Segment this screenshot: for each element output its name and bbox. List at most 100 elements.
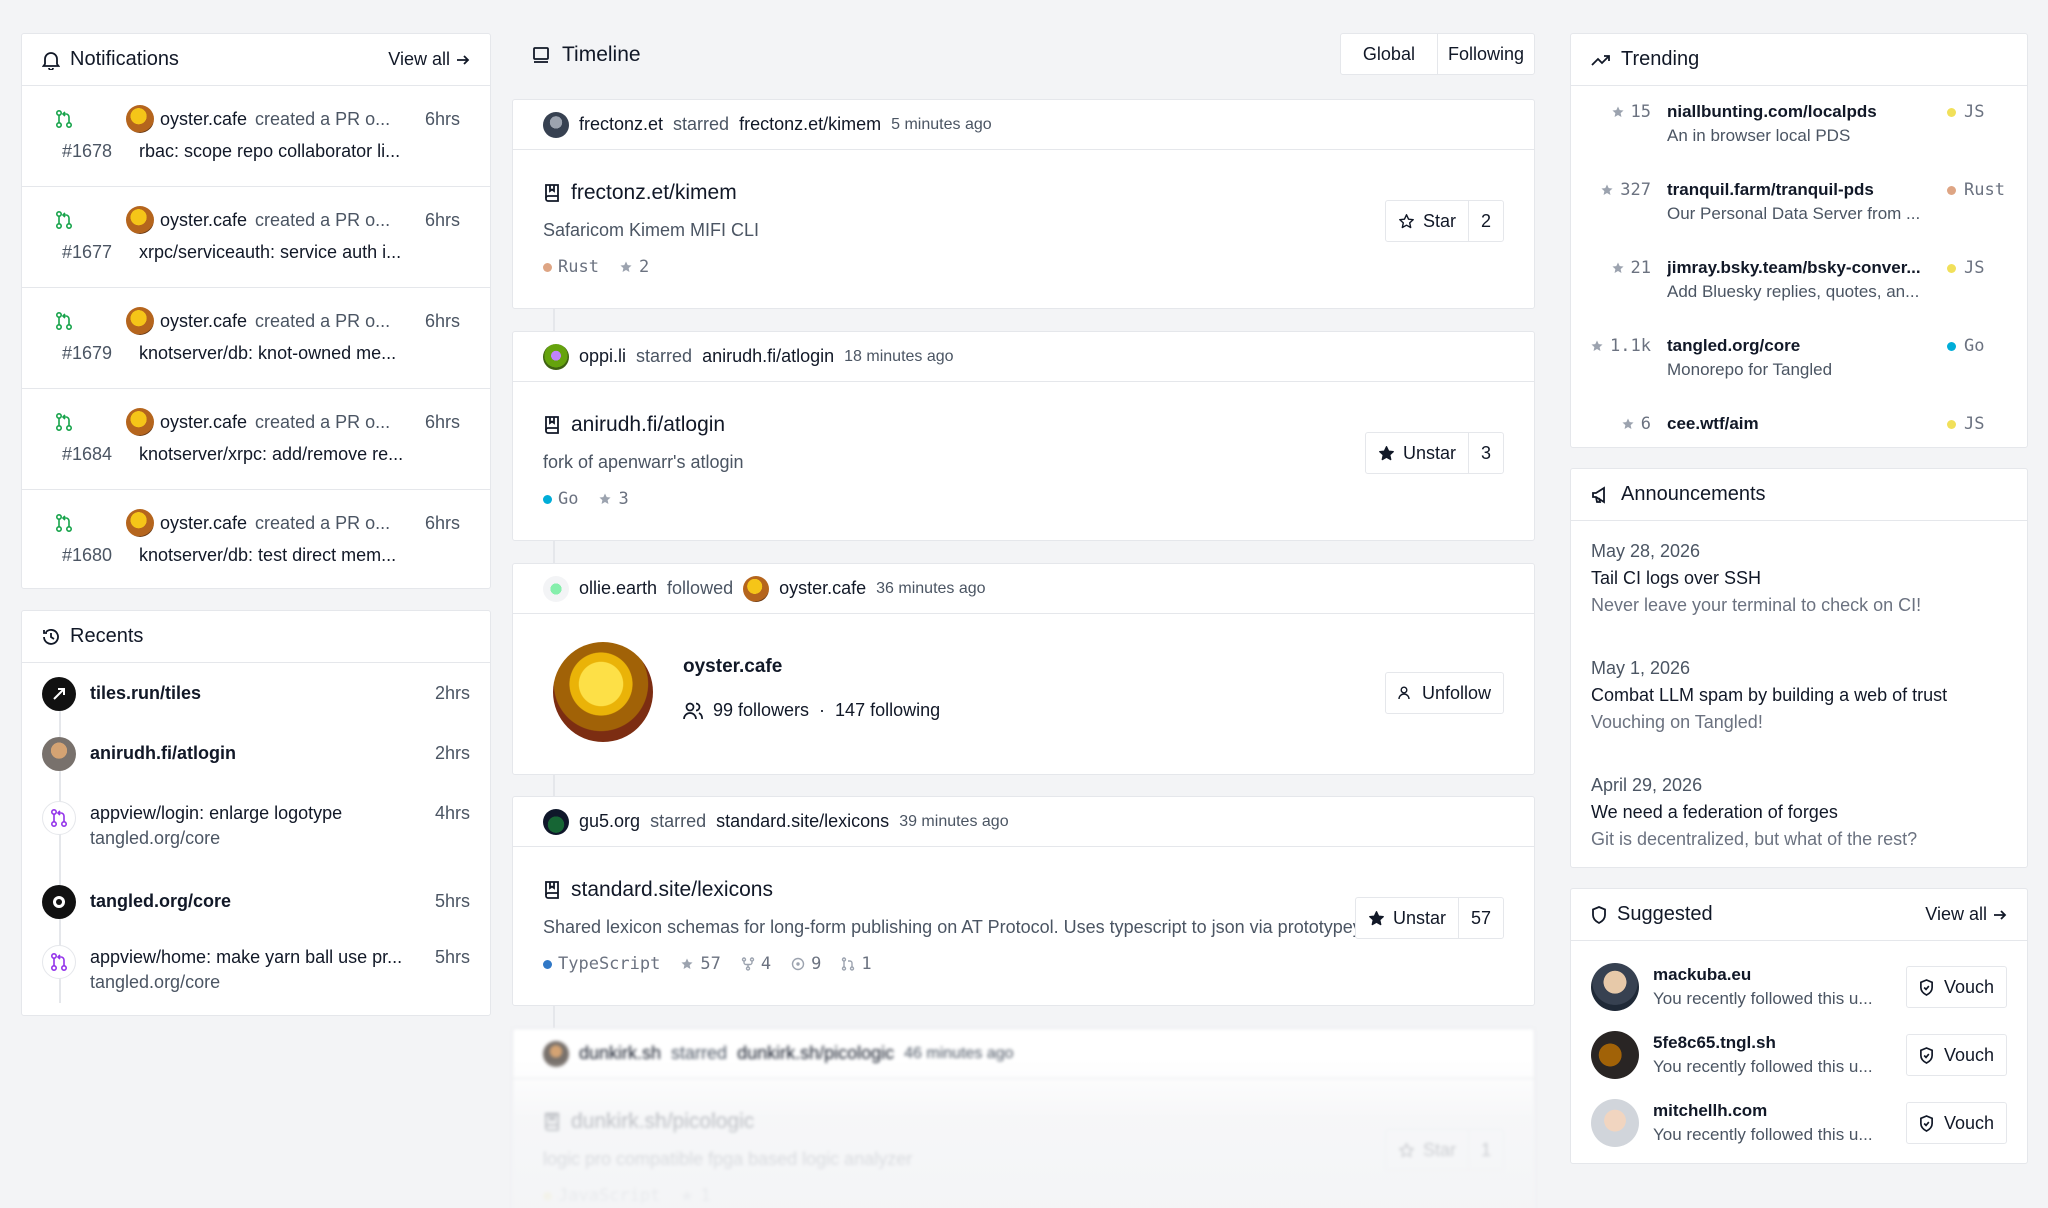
following-count[interactable]: 147 following [835,700,940,721]
trending-repo-name[interactable]: tangled.org/core [1667,336,1937,356]
event-actor[interactable]: dunkirk.sh [579,1043,661,1064]
event-target[interactable]: standard.site/lexicons [716,811,889,832]
repo-name[interactable]: standard.site/lexicons [571,878,773,902]
recent-item[interactable]: tiles.run/tiles 2hrs [22,677,490,737]
repo-description: Safaricom Kimem MIFI CLI [543,220,760,240]
event-header: ollie.earth followed oyster.cafe 36 minu… [513,564,1534,614]
unfollow-button[interactable]: Unfollow [1384,672,1504,714]
pr-title[interactable]: rbac: scope repo collaborator li... [139,141,414,162]
profile-name[interactable]: oyster.cafe [683,656,782,678]
recent-item[interactable]: appview/login: enlarge logotype tangled.… [22,801,490,885]
event-verb: starred [650,811,707,831]
announcement-item[interactable]: May 1, 2026 Combat LLM spam by building … [1571,638,2027,755]
vouch-button[interactable]: Vouch [1905,966,2007,1008]
trending-item[interactable]: 327 tranquil.farm/tranquil-pds Our Perso… [1571,164,2027,242]
shield-check-icon [1919,1114,1934,1132]
profile-avatar[interactable] [553,642,653,742]
pr-title[interactable]: xrpc/serviceauth: service auth i... [139,242,414,263]
recent-title: appview/login: enlarge logotype [90,803,343,823]
trending-item[interactable]: 6 cee.wtf/aim JS [1571,398,2027,448]
notification-item[interactable]: oyster.cafe created a PR o... 6hrs #1684… [22,389,490,490]
recent-title: tiles.run/tiles [90,683,202,703]
issue-icon [791,957,805,971]
tab-following[interactable]: Following [1436,34,1534,74]
repo-meta: TypeScript 57 4 9 1 [543,954,1504,974]
repo-card: standard.site/lexicons Shared lexicon sc… [513,875,1534,974]
event-target[interactable]: oyster.cafe [779,578,866,599]
repo-name[interactable]: anirudh.fi/atlogin [571,413,725,437]
trending-item[interactable]: 15 niallbunting.com/localpds An in brows… [1571,86,2027,164]
avatar[interactable] [1591,1099,1639,1147]
event-target[interactable]: frectonz.et/kimem [739,114,881,135]
recent-item[interactable]: appview/home: make yarn ball use pr... t… [22,945,490,1029]
notification-item[interactable]: oyster.cafe created a PR o... 6hrs #1677… [22,187,490,288]
suggested-panel: Suggested View all mackuba.eu You recent… [1570,888,2028,1164]
pr-title[interactable]: knotserver/xrpc: add/remove re... [139,444,414,465]
unstar-button[interactable]: Unstar [1366,433,1468,473]
pull-request-icon [52,210,76,230]
tab-global[interactable]: Global [1341,34,1437,74]
trending-item[interactable]: 21 jimray.bsky.team/bsky-conver... Add B… [1571,242,2027,320]
recent-item[interactable]: anirudh.fi/atlogin 2hrs [22,737,490,801]
star-button[interactable]: Star [1386,201,1468,241]
repo-name[interactable]: dunkirk.sh/picologic [571,1110,754,1134]
notification-user[interactable]: oyster.cafe [160,210,247,231]
trending-item[interactable]: 1.1k tangled.org/core Monorepo for Tangl… [1571,320,2027,398]
announcement-item[interactable]: May 28, 2026 Tail CI logs over SSH Never… [1571,521,2027,638]
event-actor[interactable]: gu5.org [579,811,640,832]
notification-user[interactable]: oyster.cafe [160,311,247,332]
event-header: gu5.org starred standard.site/lexicons 3… [513,797,1534,847]
timeline-connector [553,309,555,331]
event-actor[interactable]: oppi.li [579,346,626,367]
announcement-title[interactable]: Tail CI logs over SSH [1591,568,2007,589]
announcement-title[interactable]: We need a federation of forges [1591,802,2007,823]
trending-title: Trending [1621,48,1700,70]
notification-item[interactable]: oyster.cafe created a PR o... 6hrs #1680… [22,490,490,591]
notification-item[interactable]: oyster.cafe created a PR o... 6hrs #1679… [22,288,490,389]
suggested-user-name[interactable]: mitchellh.com [1653,1101,1906,1121]
suggested-user-name[interactable]: mackuba.eu [1653,965,1906,985]
followers-count[interactable]: 99 followers [713,700,809,721]
event-target[interactable]: anirudh.fi/atlogin [702,346,834,367]
event-target[interactable]: dunkirk.sh/picologic [737,1043,894,1064]
star-icon [680,1189,694,1203]
timeline-title: Timeline [562,43,641,66]
pr-title[interactable]: knotserver/db: test direct mem... [139,545,414,566]
announcements-header: Announcements [1571,469,2027,521]
trending-repo-name[interactable]: jimray.bsky.team/bsky-conver... [1667,258,1937,278]
star-icon [1611,105,1625,119]
avatar [126,509,154,537]
star-icon [1590,339,1604,353]
pull-request-icon [52,412,76,432]
repo-book-icon [543,880,561,900]
vouch-button[interactable]: Vouch [1905,1102,2007,1144]
trending-repo-name[interactable]: niallbunting.com/localpds [1667,102,1937,122]
trending-repo-name[interactable]: cee.wtf/aim [1667,414,1937,434]
vouch-button[interactable]: Vouch [1905,1034,2007,1076]
unstar-button[interactable]: Unstar [1356,898,1458,938]
star-button-label: Unstar [1402,442,1456,463]
star-button[interactable]: Star [1386,1130,1468,1170]
pr-title[interactable]: knotserver/db: knot-owned me... [139,343,414,364]
suggested-user-name[interactable]: 5fe8c65.tngl.sh [1653,1033,1906,1053]
avatar[interactable] [1591,963,1639,1011]
event-actor[interactable]: frectonz.et [579,114,663,135]
repo-language: JavaScript [543,1186,660,1206]
event-actor[interactable]: ollie.earth [579,578,657,599]
notifications-view-all-link[interactable]: View all [388,49,470,70]
megaphone-icon [1591,485,1611,504]
recent-item[interactable]: tangled.org/core 5hrs [22,885,490,945]
avatar[interactable] [1591,1031,1639,1079]
language-dot [1947,185,1956,195]
notification-user[interactable]: oyster.cafe [160,513,247,534]
repo-name[interactable]: frectonz.et/kimem [571,181,737,205]
notification-item[interactable]: oyster.cafe created a PR o... 6hrs #1678… [22,86,490,187]
announcement-item[interactable]: April 29, 2026 We need a federation of f… [1571,755,2027,872]
suggested-view-all-link[interactable]: View all [1925,904,2007,925]
announcement-title[interactable]: Combat LLM spam by building a web of tru… [1591,685,2007,706]
pr-number: #1679 [62,342,113,363]
notification-user[interactable]: oyster.cafe [160,412,247,433]
repo-card: anirudh.fi/atlogin fork of apenwarr's at… [513,410,1534,509]
trending-repo-name[interactable]: tranquil.farm/tranquil-pds [1667,180,1937,200]
notification-user[interactable]: oyster.cafe [160,109,247,130]
